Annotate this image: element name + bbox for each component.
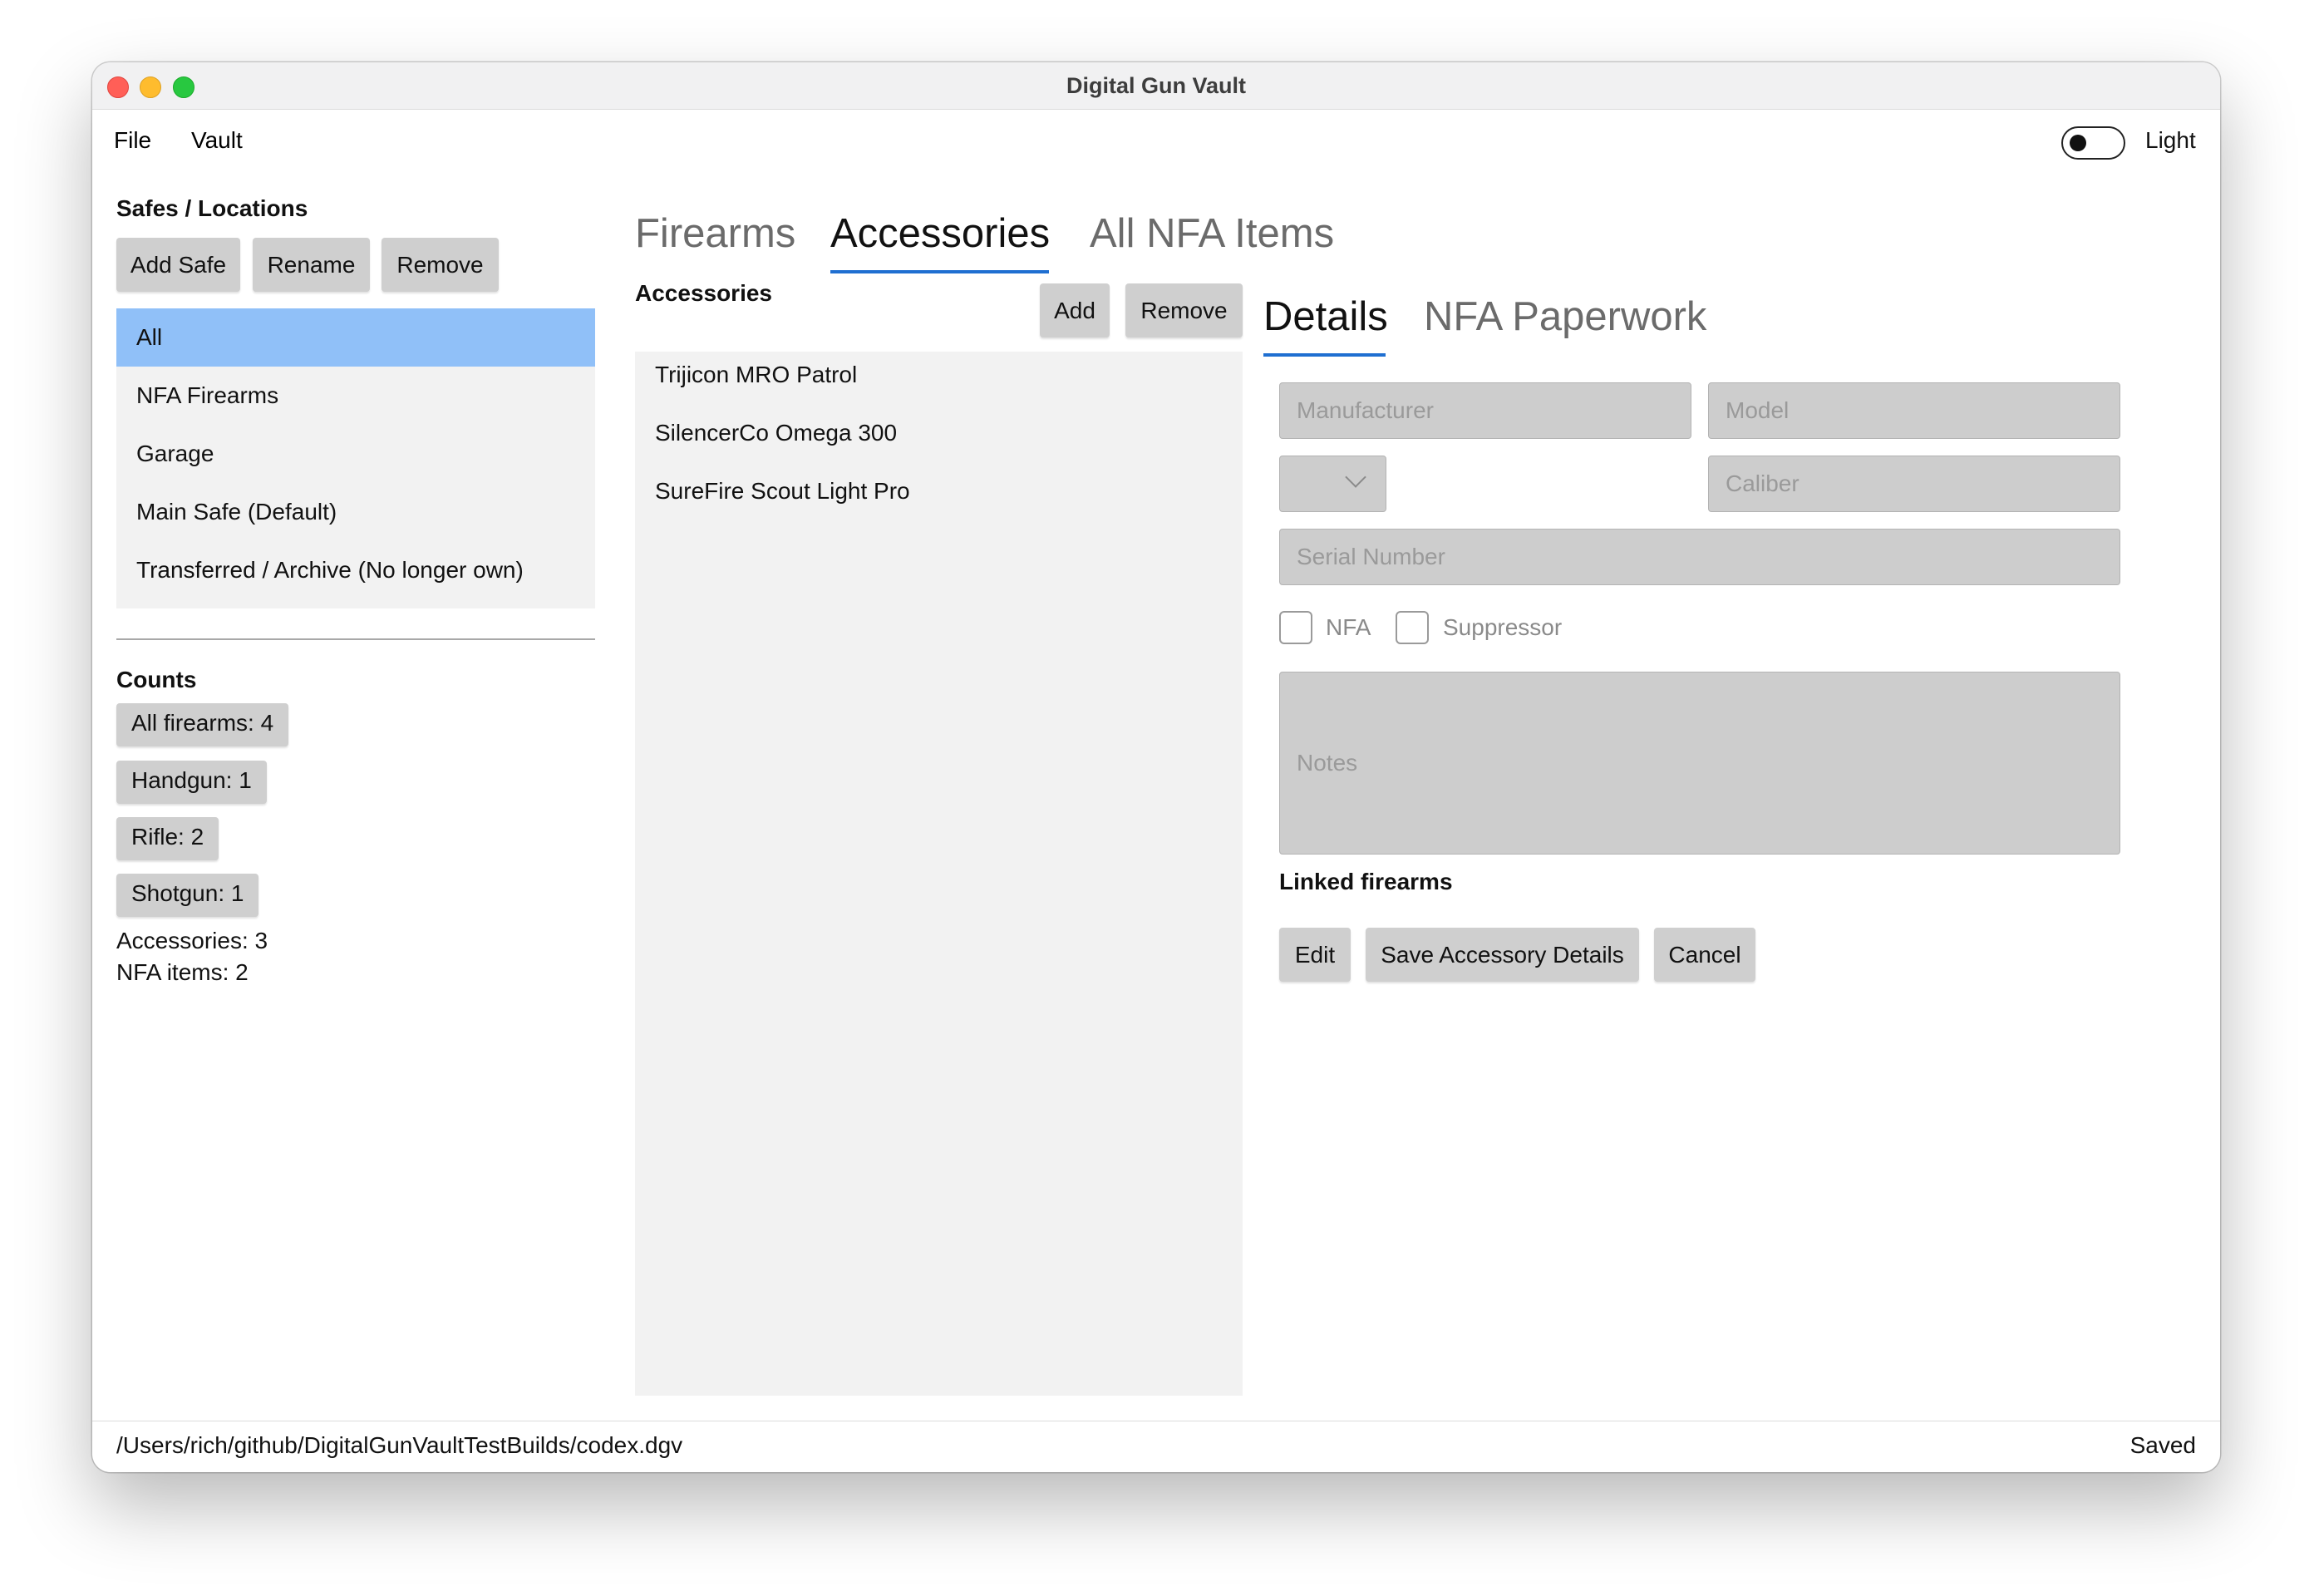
safes-list: All NFA Firearms Garage Main Safe (Defau… [116, 308, 595, 608]
accessory-item[interactable]: SureFire Scout Light Pro [655, 478, 910, 505]
safe-item-main-safe[interactable]: Main Safe (Default) [116, 483, 595, 541]
linked-firearms-label: Linked firearms [1279, 869, 1453, 894]
add-accessory-button[interactable]: Add [1040, 283, 1110, 337]
edit-button[interactable]: Edit [1279, 928, 1351, 982]
remove-accessory-button[interactable]: Remove [1125, 283, 1243, 337]
count-all-firearms: All firearms: 4 [116, 703, 289, 746]
toggle-knob [2070, 135, 2086, 151]
tab-accessories[interactable]: Accessories [830, 210, 1050, 257]
safe-item-transferred-archive[interactable]: Transferred / Archive (No longer own) [116, 541, 595, 599]
rename-safe-button[interactable]: Rename [253, 238, 370, 292]
add-safe-button[interactable]: Add Safe [116, 238, 240, 292]
menu-vault[interactable]: Vault [191, 127, 243, 154]
caliber-field[interactable]: Caliber [1708, 456, 2120, 512]
theme-toggle-label: Light [2145, 127, 2196, 153]
file-path: /Users/rich/github/DigitalGunVaultTestBu… [116, 1432, 683, 1458]
save-accessory-details-button[interactable]: Save Accessory Details [1366, 928, 1639, 982]
window-title: Digital Gun Vault [1066, 73, 1246, 98]
type-select[interactable] [1279, 456, 1386, 512]
suppressor-checkbox[interactable] [1396, 611, 1429, 644]
counts-title: Counts [116, 667, 197, 692]
app-window: Digital Gun Vault File Vault Light Safes… [92, 62, 2220, 1472]
accessory-item[interactable]: Trijicon MRO Patrol [655, 362, 857, 388]
accessories-title: Accessories [635, 280, 773, 306]
save-status: Saved [2129, 1432, 2196, 1458]
suppressor-checkbox-label: Suppressor [1443, 614, 1563, 640]
count-handgun: Handgun: 1 [116, 761, 267, 804]
safe-item-nfa-firearms[interactable]: NFA Firearms [116, 367, 595, 425]
model-field[interactable]: Model [1708, 382, 2120, 439]
theme-toggle[interactable] [2061, 126, 2125, 160]
tab-all-nfa-items[interactable]: All NFA Items [1090, 210, 1334, 257]
count-accessories: Accessories: 3 [116, 928, 268, 953]
sidebar-divider [116, 638, 595, 640]
tab-firearms[interactable]: Firearms [635, 210, 795, 257]
tab-nfa-paperwork[interactable]: NFA Paperwork [1424, 293, 1706, 340]
count-shotgun: Shotgun: 1 [116, 874, 259, 917]
safes-title: Safes / Locations [116, 195, 308, 221]
safe-item-all[interactable]: All [116, 308, 595, 367]
nfa-checkbox[interactable] [1279, 611, 1312, 644]
manufacturer-field[interactable]: Manufacturer [1279, 382, 1691, 439]
remove-safe-button[interactable]: Remove [382, 238, 499, 292]
safe-item-garage[interactable]: Garage [116, 425, 595, 483]
count-nfa-items: NFA items: 2 [116, 959, 249, 985]
count-rifle: Rifle: 2 [116, 817, 219, 860]
tab-accessories-indicator [830, 270, 1049, 273]
tab-details-indicator [1263, 353, 1386, 357]
chevron-down-icon [1345, 466, 1366, 488]
tab-details[interactable]: Details [1263, 293, 1388, 340]
serial-number-field[interactable]: Serial Number [1279, 529, 2120, 585]
title-bar: Digital Gun Vault [92, 62, 2220, 110]
menu-file[interactable]: File [114, 127, 151, 154]
accessory-item[interactable]: SilencerCo Omega 300 [655, 420, 897, 446]
notes-field[interactable]: Notes [1279, 672, 2120, 855]
cancel-button[interactable]: Cancel [1654, 928, 1755, 982]
nfa-checkbox-label: NFA [1326, 614, 1371, 640]
accessories-list: Trijicon MRO Patrol SilencerCo Omega 300… [635, 352, 1243, 1396]
